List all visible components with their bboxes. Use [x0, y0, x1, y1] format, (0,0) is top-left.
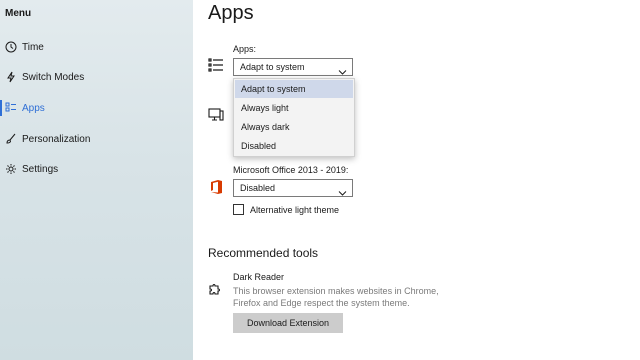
main-content: Apps Apps: Adapt to system Microsoft Off… [193, 0, 640, 360]
list-icon [208, 57, 224, 73]
sidebar-item-switch-modes[interactable]: Switch Modes [0, 66, 193, 88]
alt-theme-checkbox[interactable] [233, 204, 244, 215]
sidebar-item-label: Apps [22, 102, 45, 114]
sidebar-item-label: Settings [22, 163, 59, 175]
dropdown-option-adapt[interactable]: Adapt to system [235, 80, 353, 98]
sidebar-item-personalization[interactable]: Personalization [0, 128, 193, 150]
sidebar: Menu Time Switch Modes Apps Personalizat… [0, 0, 193, 360]
app-window: Menu Time Switch Modes Apps Personalizat… [0, 0, 640, 360]
sidebar-item-apps[interactable]: Apps [0, 97, 193, 119]
desktop-icon [208, 107, 224, 123]
puzzle-icon [208, 281, 224, 297]
dropdown-option-disabled[interactable]: Disabled [235, 137, 353, 155]
lightning-icon [5, 71, 17, 83]
chevron-down-icon [338, 63, 347, 75]
clock-icon [5, 41, 17, 53]
office-select[interactable]: Disabled [233, 179, 353, 197]
office-label: Microsoft Office 2013 - 2019: [233, 165, 349, 175]
office-icon [208, 179, 224, 195]
download-extension-button[interactable]: Download Extension [233, 313, 343, 333]
apps-select[interactable]: Adapt to system [233, 58, 353, 76]
active-indicator [0, 100, 2, 116]
sidebar-item-label: Switch Modes [22, 71, 85, 83]
alt-theme-label: Alternative light theme [250, 205, 340, 215]
dropdown-option-dark[interactable]: Always dark [235, 118, 353, 136]
tool-name: Dark Reader [233, 272, 285, 282]
tool-description: This browser extension makes websites in… [233, 286, 439, 308]
apps-label: Apps: [233, 44, 257, 54]
brush-icon [5, 133, 17, 145]
sidebar-item-label: Personalization [22, 133, 91, 145]
menu-title: Menu [5, 8, 32, 19]
office-select-value: Disabled [240, 183, 276, 193]
gear-icon [5, 163, 17, 175]
recommended-tools-title: Recommended tools [208, 246, 319, 260]
apps-icon [5, 102, 17, 114]
sidebar-item-settings[interactable]: Settings [0, 158, 193, 180]
dropdown-option-light[interactable]: Always light [235, 99, 353, 117]
apps-select-value: Adapt to system [240, 62, 305, 72]
chevron-down-icon [338, 184, 347, 196]
page-title: Apps [208, 2, 254, 24]
sidebar-item-label: Time [22, 41, 44, 53]
apps-dropdown-menu: Adapt to system Always light Always dark… [233, 78, 355, 157]
sidebar-item-time[interactable]: Time [0, 36, 193, 58]
